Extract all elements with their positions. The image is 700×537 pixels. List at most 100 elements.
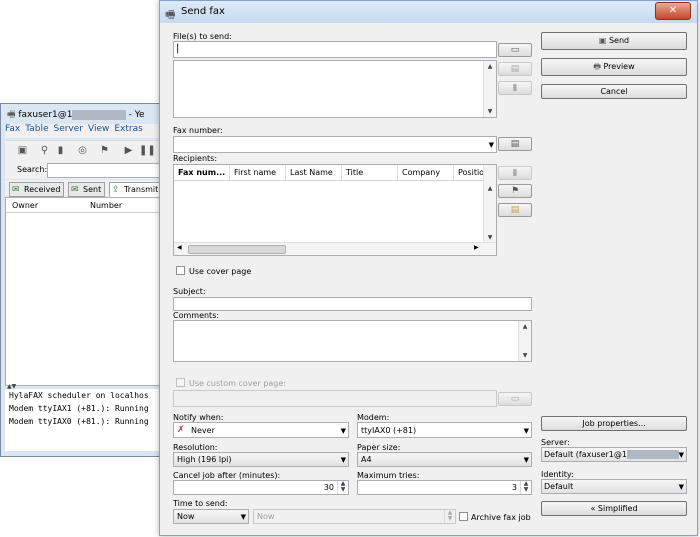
tab-sent[interactable]: ✉ Sent — [68, 182, 106, 197]
column-owner[interactable]: Owner — [12, 201, 38, 210]
column-first-name[interactable]: First name — [230, 165, 286, 180]
scheduler-log: HylaFAX scheduler on localhos Modem ttyI… — [5, 389, 165, 451]
comments-textarea[interactable]: ▲ ▼ — [173, 320, 532, 362]
scroll-up-icon[interactable]: ▲ — [519, 323, 531, 330]
menu-server[interactable]: Server — [53, 124, 83, 134]
jobs-table-header: Owner Number — [6, 198, 166, 213]
add-recipient-button[interactable]: ▤ — [498, 137, 532, 151]
modem-combobox[interactable]: ttyIAX0 (+81) ▼ — [357, 422, 532, 438]
trash-icon: ▮ — [512, 168, 518, 178]
comments-scrollbar[interactable]: ▲ ▼ — [518, 321, 531, 361]
recipients-table[interactable]: Fax num... First name Last Name Title Co… — [173, 164, 497, 256]
resolution-value: High (196 lpi) — [177, 455, 232, 464]
notify-when-select[interactable]: ✗ Never ▼ — [173, 422, 349, 438]
note-icon: ▤ — [510, 205, 520, 215]
file-path-input[interactable]: | — [173, 41, 497, 58]
recipients-vscrollbar[interactable]: ▲ ▼ — [483, 165, 496, 243]
files-label: File(s) to send: — [173, 32, 232, 41]
cancel-button[interactable]: Cancel — [541, 84, 687, 99]
column-title[interactable]: Title — [342, 165, 398, 180]
send-button[interactable]: ▣ Send — [541, 32, 687, 50]
cancel-after-spinbox[interactable]: 30 ▲ ▼ — [173, 480, 349, 495]
delete-recipient-button[interactable]: ▮ — [498, 166, 532, 180]
address-book-icon[interactable]: ⚑ — [99, 145, 110, 156]
resolution-select[interactable]: High (196 lpi) ▼ — [173, 452, 349, 467]
search-input[interactable] — [47, 163, 169, 178]
dialog-titlebar: 🖷 Send fax ✕ — [160, 1, 697, 23]
tab-received[interactable]: ✉ Received — [9, 182, 65, 197]
spin-arrows-icon[interactable]: ▲ ▼ — [444, 510, 455, 523]
server-select[interactable]: Default (faxuser1@1xxxxxxxxxxx ▼ — [541, 447, 687, 462]
chevron-down-icon: ▼ — [340, 456, 346, 464]
recipients-label: Recipients: — [173, 154, 218, 163]
scroll-down-icon[interactable]: ▼ — [484, 108, 496, 115]
chevron-down-icon: ▼ — [523, 456, 529, 464]
notify-when-label: Notify when: — [173, 413, 224, 422]
fax-app-icon: 🖷 — [7, 110, 16, 120]
job-properties-button[interactable]: Job properties... — [541, 416, 687, 431]
send-time-input[interactable]: Now ▲ ▼ — [253, 509, 456, 524]
scroll-thumb[interactable] — [188, 245, 286, 254]
scroll-down-icon[interactable]: ▼ — [519, 352, 531, 359]
archive-fax-checkbox[interactable] — [459, 512, 468, 521]
fax-number-combobox[interactable]: ▼ — [173, 136, 497, 153]
import-recipients-button[interactable]: ▤ — [498, 203, 532, 217]
files-list[interactable]: ▲ ▼ — [173, 60, 497, 118]
send-time-value: Now — [257, 512, 275, 521]
column-position[interactable]: Positio — [454, 165, 484, 180]
scroll-right-icon[interactable]: ▶ — [474, 244, 479, 251]
search-label: Search: — [17, 165, 48, 174]
add-document-icon: ▤ — [510, 139, 520, 149]
scroll-up-icon[interactable]: ▲ — [484, 63, 496, 70]
send-icon: ▣ — [598, 36, 607, 45]
scroll-left-icon[interactable]: ◀ — [177, 244, 182, 251]
menu-table[interactable]: Table — [25, 124, 48, 134]
close-button[interactable]: ✕ — [655, 2, 691, 20]
menu-extras[interactable]: Extras — [114, 124, 142, 134]
delete-icon[interactable]: ▮ — [55, 145, 66, 156]
menu-view[interactable]: View — [88, 124, 109, 134]
use-custom-cover-checkbox[interactable] — [176, 378, 185, 387]
column-company[interactable]: Company — [398, 165, 454, 180]
add-file-button[interactable]: ▭ — [498, 43, 532, 57]
time-to-send-select[interactable]: Now ▼ — [173, 509, 249, 524]
new-fax-icon[interactable]: ▣ — [17, 145, 28, 156]
browse-cover-button[interactable]: ▭ — [498, 392, 532, 406]
custom-cover-path-input[interactable] — [173, 390, 497, 407]
send-fax-dialog: 🖷 Send fax ✕ File(s) to send: | ▭ ▲ ▼ ▤ … — [159, 0, 698, 536]
log-line: Modem ttyIAX1 (+81.): Running — [9, 404, 149, 413]
column-number[interactable]: Number — [90, 201, 122, 210]
scroll-up-icon[interactable]: ▲ — [484, 185, 496, 192]
identity-select[interactable]: Default ▼ — [541, 479, 687, 494]
spin-arrows-icon[interactable]: ▲ ▼ — [520, 481, 531, 494]
recipients-hscrollbar[interactable]: ◀ ▶ — [174, 242, 496, 255]
spin-arrows-icon[interactable]: ▲ ▼ — [337, 481, 348, 494]
paper-size-select[interactable]: A4 ▼ — [357, 452, 532, 467]
search-bar: Search: — [5, 161, 169, 179]
files-scrollbar[interactable]: ▲ ▼ — [483, 61, 496, 117]
preview-button[interactable]: 🖶 Preview — [541, 58, 687, 76]
file-properties-button[interactable]: ▤ — [498, 62, 532, 76]
max-tries-label: Maximum tries: — [357, 471, 420, 480]
menu-fax[interactable]: Fax — [5, 124, 20, 134]
pause-icon[interactable]: ❚❚ — [139, 145, 156, 156]
time-to-send-label: Time to send: — [173, 499, 228, 508]
chevron-down-icon: ▼ — [678, 483, 684, 491]
simplified-button[interactable]: « Simplified — [541, 501, 687, 516]
view-icon[interactable]: ⚲ — [39, 145, 50, 156]
background-main-window: 🖷 faxuser1@1xxxxxxxxxx - Ye Fax Table Serv… — [0, 103, 170, 457]
scroll-down-icon[interactable]: ▼ — [484, 234, 496, 241]
address-book-button[interactable]: ⚑ — [498, 184, 532, 198]
paper-size-value: A4 — [361, 455, 372, 464]
identity-value: Default — [544, 482, 574, 491]
column-last-name[interactable]: Last Name — [286, 165, 342, 180]
tab-transmit[interactable]: ⇪ Transmit — [109, 182, 163, 197]
play-icon[interactable]: ▶ — [123, 145, 134, 156]
preview-icon: 🖶 — [593, 62, 601, 71]
remove-file-button[interactable]: ▮ — [498, 81, 532, 95]
settings-icon[interactable]: ◎ — [77, 145, 88, 156]
column-fax-number[interactable]: Fax num... — [174, 165, 230, 180]
max-tries-spinbox[interactable]: 3 ▲ ▼ — [357, 480, 532, 495]
subject-input[interactable] — [173, 297, 532, 311]
use-cover-page-checkbox[interactable] — [176, 266, 185, 275]
